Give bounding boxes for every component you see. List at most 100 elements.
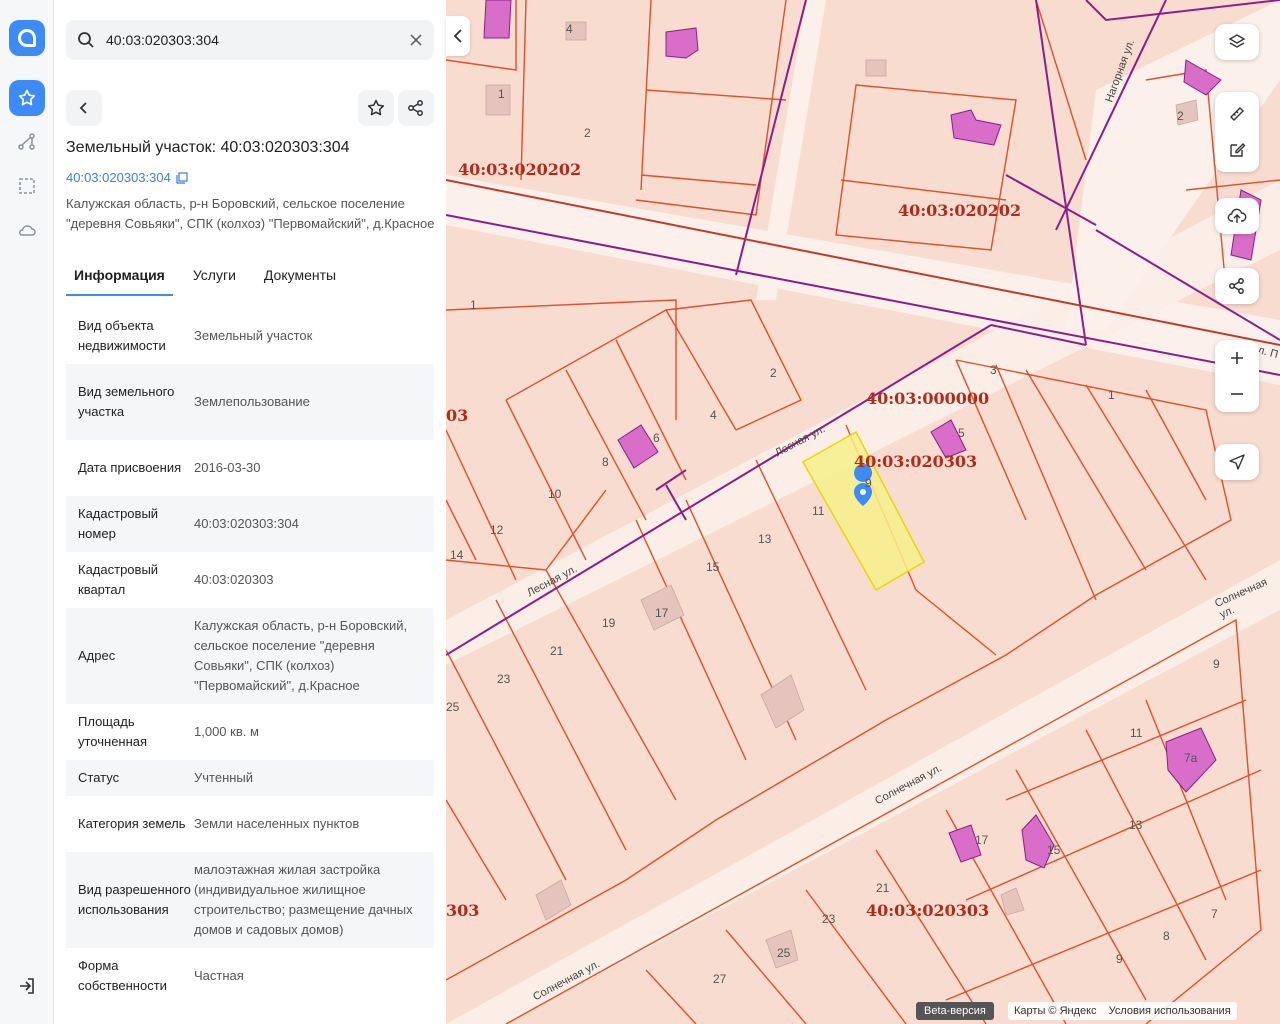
info-value: 40:03:020303 xyxy=(194,572,274,587)
tab-documents[interactable]: Документы xyxy=(256,262,344,296)
info-value: 40:03:020303:304 xyxy=(194,516,299,531)
plot-number: 1 xyxy=(1108,388,1115,402)
share-icon xyxy=(408,100,423,116)
plot-number: 2 xyxy=(584,126,591,140)
layers-control xyxy=(1215,24,1259,60)
plot-number: 17 xyxy=(975,833,989,847)
collapse-panel-button[interactable] xyxy=(446,16,470,56)
plus-icon xyxy=(1231,352,1243,364)
object-address: Калужская область, р-н Боровский, сельск… xyxy=(66,196,435,231)
info-row: Кадастровый номер 40:03:020303:304 xyxy=(66,496,434,552)
quarter-label: 40:03:000000 xyxy=(866,389,990,408)
quarter-label: 40:03:020303 xyxy=(854,452,978,471)
upload-button[interactable] xyxy=(1215,198,1259,234)
info-key: Площадь уточненная xyxy=(78,714,148,749)
info-key: Кадастровый квартал xyxy=(78,562,159,597)
plot-number: 23 xyxy=(822,912,836,926)
tab-information[interactable]: Информация xyxy=(66,262,173,296)
clear-search-icon[interactable] xyxy=(408,32,424,48)
info-value: 2016-03-30 xyxy=(194,460,261,475)
plot-number: 8 xyxy=(1163,929,1170,943)
info-row: Вид разрешенного использования малоэтажна… xyxy=(66,852,434,948)
select-area-icon[interactable] xyxy=(17,176,37,196)
plot-number: 1 xyxy=(470,298,477,312)
route-icon[interactable] xyxy=(17,132,37,152)
layers-icon xyxy=(1228,34,1246,48)
plot-number: 6 xyxy=(653,431,660,445)
plot-number: 4 xyxy=(710,408,717,422)
cloud-icon[interactable] xyxy=(17,220,37,240)
share-button[interactable] xyxy=(398,90,434,126)
quarter-label: 40:03:020202 xyxy=(898,201,1022,220)
copy-icon[interactable] xyxy=(176,171,188,184)
info-key: Вид объекта недвижимости xyxy=(78,318,166,353)
navigation-arrow-icon xyxy=(1229,454,1245,470)
plot-number: 27 xyxy=(713,972,727,986)
info-key: Статус xyxy=(78,770,120,785)
share-icon xyxy=(1229,278,1244,294)
plot-number: 7 xyxy=(1211,907,1218,921)
back-button[interactable] xyxy=(66,90,102,126)
tools-control xyxy=(1215,92,1259,172)
logout-icon[interactable] xyxy=(17,976,37,996)
chevron-left-icon xyxy=(79,102,87,114)
plot-number: 2 xyxy=(770,366,777,380)
plot-number: 25 xyxy=(777,946,791,960)
cadastral-number-link[interactable]: 40:03:020303:304 xyxy=(66,170,188,185)
info-value: Калужская область, р-н Боровский, сельск… xyxy=(194,618,408,693)
upload-control xyxy=(1215,198,1259,234)
object-title: Земельный участок: 40:03:020303:304 xyxy=(66,139,350,156)
plot-number: 9 xyxy=(865,476,872,490)
favorites-button[interactable] xyxy=(9,80,45,116)
edit-icon xyxy=(1230,143,1246,157)
chevron-left-icon xyxy=(453,29,462,43)
tab-bar: Информация Услуги Документы xyxy=(66,262,434,296)
info-value: 1,000 кв. м xyxy=(194,724,259,739)
quarter-label: 03 xyxy=(446,406,469,425)
info-value: малоэтажная жилая застройка (индивидуаль… xyxy=(194,862,413,937)
info-key: Кадастровый номер xyxy=(78,506,159,541)
copyright-text[interactable]: Карты © Яндекс xyxy=(1014,1005,1097,1017)
map-attribution: Карты © Яндекс Условия использования xyxy=(1008,1002,1237,1020)
info-key: Вид разрешенного использования xyxy=(78,882,191,917)
plot-number: 7а xyxy=(1184,751,1198,765)
plot-number: 17 xyxy=(655,606,669,620)
info-row: Вид земельного участка Землепользование xyxy=(66,364,434,440)
road-band xyxy=(446,560,1280,1024)
plot-number: 4 xyxy=(566,22,573,36)
beta-badge: Beta-версия xyxy=(916,1002,994,1020)
ruler-button[interactable] xyxy=(1215,96,1259,132)
map-share-button[interactable] xyxy=(1215,268,1259,304)
zoom-in-button[interactable] xyxy=(1215,340,1259,376)
cloud-upload-icon xyxy=(1227,208,1247,223)
info-key: Форма собственности xyxy=(78,958,167,993)
plot-number: 12 xyxy=(490,523,504,537)
info-key: Адрес xyxy=(78,648,116,663)
layers-button[interactable] xyxy=(1215,24,1259,60)
plot-number: 21 xyxy=(876,881,890,895)
tab-services[interactable]: Услуги xyxy=(185,262,244,296)
object-panel: Земельный участок: 40:03:020303:304 40:0… xyxy=(54,0,446,1024)
plot-number: 2 xyxy=(1177,109,1184,123)
plot-number: 10 xyxy=(548,487,562,501)
search-bar xyxy=(66,20,434,60)
app-logo[interactable] xyxy=(9,20,45,56)
quarter-label: 40:03:020303 xyxy=(866,901,990,920)
draw-button[interactable] xyxy=(1215,132,1259,168)
cadastral-number-text[interactable]: 40:03:020303:304 xyxy=(66,170,171,185)
ruler-icon xyxy=(1230,107,1244,121)
terms-link[interactable]: Условия использования xyxy=(1109,1005,1231,1017)
geolocation-button[interactable] xyxy=(1215,444,1259,480)
plot-number: 9 xyxy=(1116,952,1123,966)
info-row: Форма собственности Частная xyxy=(66,948,434,1004)
plot-number: 5 xyxy=(958,426,965,440)
search-input[interactable] xyxy=(106,32,396,48)
share-control xyxy=(1215,268,1259,304)
info-row: Дата присвоения 2016-03-30 xyxy=(66,440,434,496)
plot-number: 11 xyxy=(1130,726,1143,740)
zoom-control xyxy=(1215,340,1259,412)
add-favorite-button[interactable] xyxy=(358,90,394,126)
info-table: Вид объекта недвижимости Земельный участо… xyxy=(66,308,434,1004)
zoom-out-button[interactable] xyxy=(1215,376,1259,412)
cadastral-map[interactable]: 40:03:020202 40:03:020202 40:03:000000 4… xyxy=(446,0,1280,1024)
